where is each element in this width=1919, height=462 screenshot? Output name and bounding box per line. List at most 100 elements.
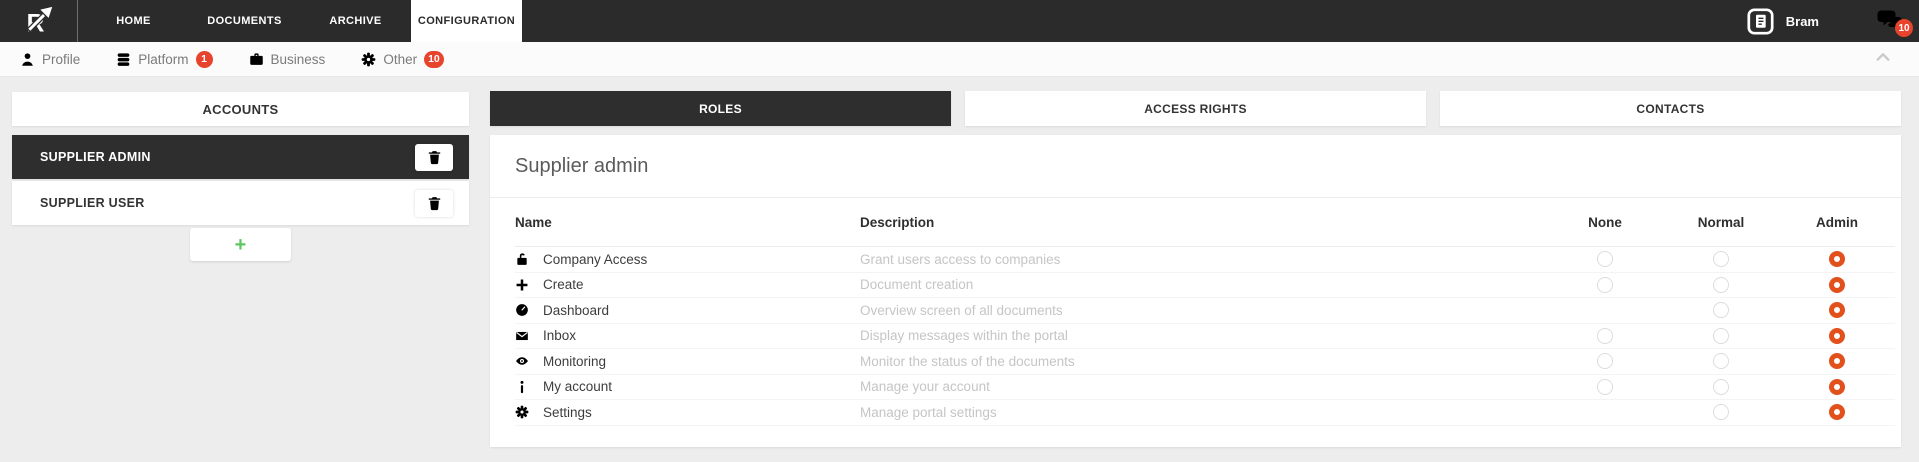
document-icon[interactable] [1747, 8, 1774, 35]
column-header-admin: Admin [1779, 215, 1895, 230]
permission-name: Monitoring [543, 354, 606, 369]
column-header-name: Name [515, 215, 860, 230]
info-icon [515, 380, 529, 394]
permission-description: Manage your account [860, 379, 1547, 394]
subnav-label: Platform [138, 52, 188, 67]
account-label: SUPPLIER ADMIN [40, 150, 151, 164]
permission-row-dashboard: Dashboard Overview screen of all documen… [515, 298, 1895, 324]
permission-description: Overview screen of all documents [860, 303, 1547, 318]
logo-r-arrow-icon [22, 5, 55, 38]
permission-row-inbox: Inbox Display messages within the portal [515, 324, 1895, 350]
permissions-table-header: Name Description None Normal Admin [515, 198, 1895, 247]
subnav-item-platform[interactable]: Platform 1 [116, 51, 212, 68]
permission-row-create: Create Document creation [515, 273, 1895, 299]
radio-admin[interactable] [1829, 302, 1845, 318]
permission-row-my-account: My account Manage your account [515, 375, 1895, 401]
radio-admin[interactable] [1829, 277, 1845, 293]
accounts-header: ACCOUNTS [12, 92, 469, 126]
radio-normal[interactable] [1713, 302, 1729, 318]
permission-row-settings: Settings Manage portal settings [515, 400, 1895, 426]
top-nav: HOME DOCUMENTS ARCHIVE CONFIGURATION Bra… [0, 0, 1919, 42]
plus-icon [515, 278, 529, 292]
subnav-item-business[interactable]: Business [249, 52, 326, 67]
main-content: ACCOUNTS SUPPLIER ADMIN SUPPLIER USER + … [0, 77, 1919, 462]
add-account-button[interactable]: + [190, 228, 291, 261]
gear-icon [361, 52, 376, 67]
permission-description: Manage portal settings [860, 405, 1547, 420]
collapse-toggle[interactable] [1875, 49, 1891, 70]
delete-account-button[interactable] [415, 190, 453, 217]
user-icon [20, 52, 35, 67]
lock-icon [515, 252, 529, 266]
radio-normal[interactable] [1713, 277, 1729, 293]
tab-access-rights[interactable]: ACCESS RIGHTS [965, 91, 1426, 126]
permission-row-monitoring: Monitoring Monitor the status of the doc… [515, 349, 1895, 375]
nav-tab-documents[interactable]: DOCUMENTS [189, 0, 300, 42]
radio-normal[interactable] [1713, 353, 1729, 369]
roles-panel: ROLES ACCESS RIGHTS CONTACTS Supplier ad… [490, 91, 1901, 447]
roles-tabs: ROLES ACCESS RIGHTS CONTACTS [490, 91, 1901, 126]
permission-name: Dashboard [543, 303, 609, 318]
account-item-supplier-user[interactable]: SUPPLIER USER [12, 181, 469, 225]
accounts-panel: ACCOUNTS SUPPLIER ADMIN SUPPLIER USER + [12, 92, 469, 261]
gear-icon [515, 405, 529, 419]
platform-badge: 1 [196, 51, 213, 68]
nav-tab-home[interactable]: HOME [78, 0, 189, 42]
accounts-list: SUPPLIER ADMIN SUPPLIER USER [12, 135, 469, 225]
radio-normal[interactable] [1713, 379, 1729, 395]
radio-admin[interactable] [1829, 379, 1845, 395]
other-badge: 10 [424, 51, 444, 68]
app-logo[interactable] [0, 0, 78, 42]
config-sub-nav: Profile Platform 1 Business Other 10 [0, 42, 1919, 77]
radio-normal[interactable] [1713, 328, 1729, 344]
radio-none[interactable] [1597, 328, 1613, 344]
subnav-label: Profile [42, 52, 80, 67]
chat-button[interactable]: 10 [1877, 10, 1903, 32]
column-header-description: Description [860, 215, 1547, 230]
permission-description: Grant users access to companies [860, 252, 1547, 267]
top-nav-right: Bram 10 [1747, 0, 1919, 42]
chat-badge: 10 [1895, 19, 1913, 37]
briefcase-icon [249, 52, 264, 67]
nav-tab-archive[interactable]: ARCHIVE [300, 0, 411, 42]
gauge-icon [515, 303, 529, 317]
permission-name: My account [543, 379, 612, 394]
stack-icon [116, 52, 131, 67]
delete-account-button[interactable] [415, 144, 453, 171]
tab-contacts[interactable]: CONTACTS [1440, 91, 1901, 126]
permission-description: Monitor the status of the documents [860, 354, 1547, 369]
radio-admin[interactable] [1829, 353, 1845, 369]
tab-roles[interactable]: ROLES [490, 91, 951, 126]
permission-description: Display messages within the portal [860, 328, 1547, 343]
radio-none[interactable] [1597, 353, 1613, 369]
radio-none[interactable] [1597, 251, 1613, 267]
subnav-label: Other [383, 52, 417, 67]
eye-icon [515, 354, 529, 368]
main-nav-tabs: HOME DOCUMENTS ARCHIVE CONFIGURATION [78, 0, 522, 42]
subnav-item-profile[interactable]: Profile [20, 52, 80, 67]
account-label: SUPPLIER USER [40, 196, 145, 210]
radio-admin[interactable] [1829, 251, 1845, 267]
trash-icon [427, 196, 442, 211]
user-name[interactable]: Bram [1786, 14, 1819, 29]
radio-none[interactable] [1597, 379, 1613, 395]
radio-none[interactable] [1597, 277, 1613, 293]
nav-tab-configuration[interactable]: CONFIGURATION [411, 0, 522, 42]
role-detail-card: Supplier admin Name Description None Nor… [490, 135, 1901, 447]
subnav-item-other[interactable]: Other 10 [361, 51, 443, 68]
chevron-up-icon [1875, 49, 1891, 65]
permission-name: Company Access [543, 252, 647, 267]
radio-admin[interactable] [1829, 328, 1845, 344]
permission-row-company-access: Company Access Grant users access to com… [515, 247, 1895, 273]
trash-icon [427, 150, 442, 165]
column-header-none: None [1547, 215, 1663, 230]
radio-normal[interactable] [1713, 404, 1729, 420]
role-title: Supplier admin [515, 135, 1895, 197]
column-header-normal: Normal [1663, 215, 1779, 230]
account-item-supplier-admin[interactable]: SUPPLIER ADMIN [12, 135, 469, 179]
envelope-icon [515, 329, 529, 343]
subnav-label: Business [271, 52, 326, 67]
permission-name: Inbox [543, 328, 576, 343]
radio-admin[interactable] [1829, 404, 1845, 420]
radio-normal[interactable] [1713, 251, 1729, 267]
